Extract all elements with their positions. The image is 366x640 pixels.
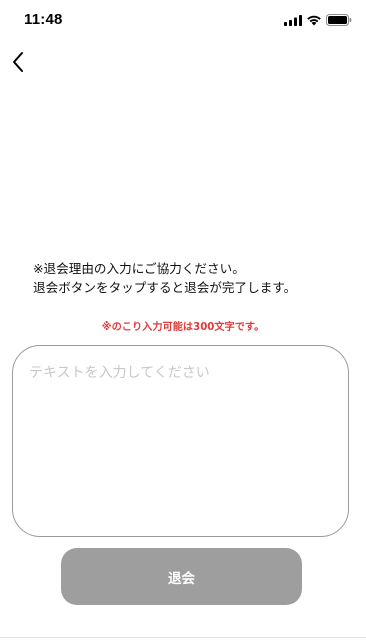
wifi-icon	[306, 11, 322, 30]
status-bar: 11:48	[0, 0, 366, 40]
status-time: 11:48	[24, 11, 63, 28]
back-button[interactable]	[4, 50, 32, 78]
remaining-characters-notice: ※のこり入力可能は300文字です。	[101, 322, 265, 333]
battery-icon	[326, 11, 352, 30]
message-line-1: ※退会理由の入力にご協力ください。	[33, 261, 245, 276]
cellular-signal-icon	[284, 11, 302, 30]
bottom-divider	[0, 637, 366, 638]
withdrawal-reason-input[interactable]	[12, 345, 349, 537]
withdraw-button[interactable]: 退会	[61, 548, 302, 605]
status-icons	[284, 13, 352, 27]
message-line-2: 退会ボタンをタップすると退会が完了します。	[33, 280, 297, 295]
withdrawal-screen: 11:48 ※退会理由の入力にご協力ください。 退会ボタンをタップすると退会が完…	[0, 0, 366, 640]
withdrawal-message: ※退会理由の入力にご協力ください。 退会ボタンをタップすると退会が完了します。	[33, 259, 353, 297]
chevron-left-icon	[11, 51, 25, 77]
